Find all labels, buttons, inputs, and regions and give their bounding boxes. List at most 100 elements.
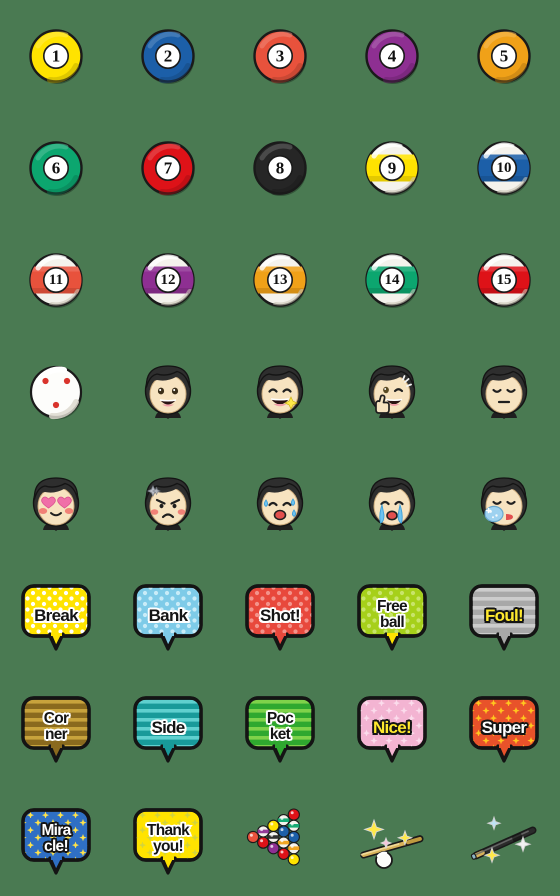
face-worried-sweat-glyph [256, 477, 304, 531]
ball-number: 3 [276, 47, 285, 66]
ball-rack-triangle-glyph [246, 808, 300, 866]
bubble-break[interactable]: Break [0, 560, 112, 672]
billiard-ball-4[interactable]: 4 [336, 0, 448, 112]
ball-number: 7 [164, 159, 173, 178]
cue-stick-with-ball[interactable] [336, 784, 448, 896]
face-smiling-glyph [144, 365, 192, 419]
bubble-corner-shape: Cor ner [19, 691, 93, 765]
bubble-nice-shape: Nice! [355, 691, 429, 765]
bubble-free-ball-shape: Free ball [355, 579, 429, 653]
ball-number: 5 [500, 47, 509, 66]
billiard-ball-5[interactable]: 5 [448, 0, 560, 112]
billiard-ball-7[interactable]: 7 [112, 112, 224, 224]
bubble-thank-you[interactable]: Thank you! [112, 784, 224, 896]
ball-number: 15 [497, 272, 512, 288]
ball-number: 4 [388, 47, 397, 66]
ball-number: 6 [52, 159, 61, 178]
ball-number: 13 [273, 272, 288, 288]
face-ice-pack[interactable] [448, 448, 560, 560]
ball-number: 12 [161, 272, 176, 288]
bubble-bank-shape: Bank [131, 579, 205, 653]
bubble-side-glyph [133, 696, 203, 763]
face-grinning-sparkle-glyph [256, 365, 304, 419]
face-worried-sweat[interactable] [224, 448, 336, 560]
ball-number: 10 [497, 160, 512, 176]
bubble-pocket-shape: Poc ket [243, 691, 317, 765]
bubble-break-shape: Break [19, 579, 93, 653]
face-grinning-sparkle[interactable] [224, 336, 336, 448]
bubble-miracle-glyph [21, 808, 91, 875]
ball-number: 9 [388, 159, 397, 178]
cue-stick-with-ball-glyph [360, 818, 424, 869]
bubble-thank-you-shape: Thank you! [131, 803, 205, 877]
bubble-super-shape: Super [467, 691, 541, 765]
cue-stick-glyph [470, 815, 537, 864]
face-heart-eyes[interactable] [0, 448, 112, 560]
billiard-ball-7-glyph: 7 [141, 141, 195, 196]
billiard-ball-6[interactable]: 6 [0, 112, 112, 224]
bubble-pocket-glyph [245, 696, 315, 763]
bubble-nice[interactable]: Nice! [336, 672, 448, 784]
face-neutral-glyph [480, 365, 528, 419]
bubble-super-glyph [469, 696, 539, 763]
billiard-ball-14-glyph: 14 [365, 253, 419, 308]
bubble-miracle-shape: Mira cle! [19, 803, 93, 877]
billiard-ball-3-glyph: 3 [253, 29, 307, 84]
billiard-ball-12-glyph: 12 [141, 253, 195, 308]
face-angry-glyph [144, 477, 192, 531]
billiard-ball-9[interactable]: 9 [336, 112, 448, 224]
face-thumbs-up[interactable] [336, 336, 448, 448]
face-crying-glyph [368, 477, 416, 531]
billiard-ball-10[interactable]: 10 [448, 112, 560, 224]
ball-number: 11 [49, 272, 63, 288]
billiard-ball-2[interactable]: 2 [112, 0, 224, 112]
cue-stick[interactable] [448, 784, 560, 896]
face-crying[interactable] [336, 448, 448, 560]
bubble-thank-you-glyph [133, 808, 203, 875]
ball-number: 2 [164, 47, 173, 66]
face-angry[interactable] [112, 448, 224, 560]
billiard-ball-9-glyph: 9 [365, 141, 419, 196]
bubble-super[interactable]: Super [448, 672, 560, 784]
billiard-ball-11[interactable]: 11 [0, 224, 112, 336]
bubble-miracle[interactable]: Mira cle! [0, 784, 112, 896]
bubble-shot-shape: Shot! [243, 579, 317, 653]
bubble-corner[interactable]: Cor ner [0, 672, 112, 784]
bubble-break-glyph [21, 584, 91, 651]
bubble-bank-glyph [133, 584, 203, 651]
cue-ball[interactable] [0, 336, 112, 448]
face-thumbs-up-glyph [368, 365, 416, 419]
billiard-ball-15[interactable]: 15 [448, 224, 560, 336]
bubble-nice-glyph [357, 696, 427, 763]
billiard-ball-13[interactable]: 13 [224, 224, 336, 336]
billiard-ball-15-glyph: 15 [477, 253, 531, 308]
face-ice-pack-glyph [480, 477, 528, 531]
billiard-ball-12[interactable]: 12 [112, 224, 224, 336]
bubble-pocket[interactable]: Poc ket [224, 672, 336, 784]
face-heart-eyes-glyph [32, 477, 80, 531]
ball-number: 1 [52, 47, 61, 66]
billiard-ball-8[interactable]: 8 [224, 112, 336, 224]
bubble-free-ball-glyph [357, 584, 427, 651]
billiard-ball-1[interactable]: 1 [0, 0, 112, 112]
billiard-ball-8-glyph: 8 [253, 141, 307, 196]
bubble-free-ball[interactable]: Free ball [336, 560, 448, 672]
ball-number: 14 [385, 272, 401, 288]
emoji-sticker-sheet: 1 2 3 4 5 6 7 8 9 10 11 12 13 14 15 Brea… [0, 0, 560, 896]
face-smiling[interactable] [112, 336, 224, 448]
billiard-ball-5-glyph: 5 [477, 29, 531, 84]
billiard-ball-6-glyph: 6 [29, 141, 83, 196]
bubble-side[interactable]: Side [112, 672, 224, 784]
bubble-shot[interactable]: Shot! [224, 560, 336, 672]
bubble-bank[interactable]: Bank [112, 560, 224, 672]
cue-ball-glyph [29, 365, 83, 420]
bubble-foul[interactable]: Foul! [448, 560, 560, 672]
face-neutral[interactable] [448, 336, 560, 448]
bubble-corner-glyph [21, 696, 91, 763]
billiard-ball-2-glyph: 2 [141, 29, 195, 84]
billiard-ball-11-glyph: 11 [29, 253, 83, 308]
billiard-ball-13-glyph: 13 [253, 253, 307, 308]
billiard-ball-14[interactable]: 14 [336, 224, 448, 336]
ball-rack-triangle[interactable] [224, 784, 336, 896]
billiard-ball-3[interactable]: 3 [224, 0, 336, 112]
